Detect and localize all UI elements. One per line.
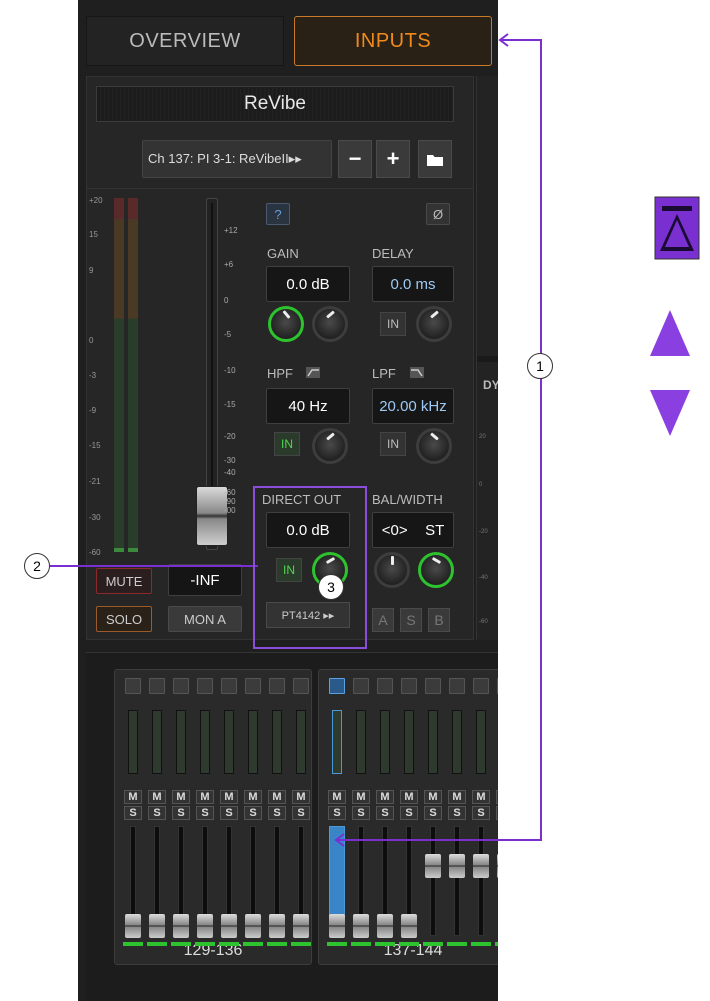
scroll-up-button[interactable] bbox=[650, 310, 690, 356]
highlight-box bbox=[253, 486, 367, 649]
callout-3: 3 bbox=[318, 574, 344, 600]
callout-2: 2 bbox=[24, 553, 50, 579]
scroll-to-top-button[interactable] bbox=[654, 196, 700, 260]
callout-1: 1 bbox=[527, 353, 553, 379]
scroll-down-button[interactable] bbox=[650, 390, 690, 436]
callout-line-1 bbox=[336, 39, 542, 841]
annotation-overlay bbox=[50, 33, 542, 847]
